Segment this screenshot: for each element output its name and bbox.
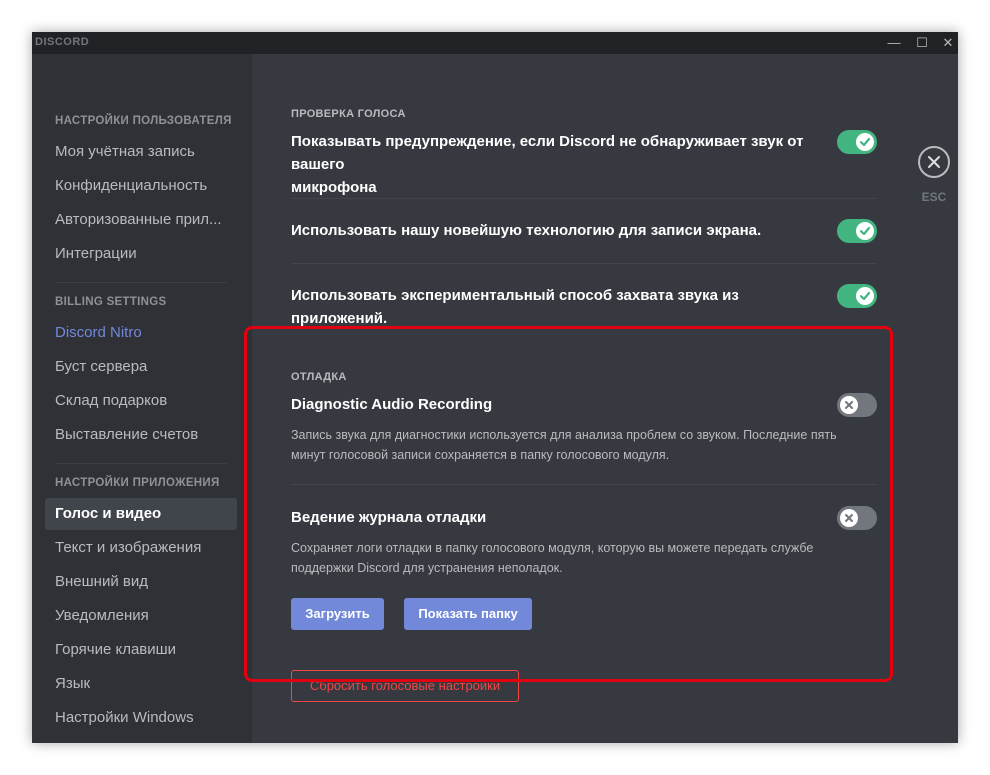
close-settings-button[interactable] [918,146,950,178]
minimize-button[interactable]: — [880,32,908,54]
debug-logging-toggle[interactable] [837,506,877,530]
user-settings-header: Настройки пользователя [55,115,232,127]
divider [291,328,877,329]
sidebar-divider [55,463,227,464]
divider [291,484,877,485]
debug-logging-label: Ведение журнала отладки [291,509,487,526]
sidebar-item-language[interactable]: Язык [45,668,237,700]
check-icon [856,222,874,240]
sidebar-item-privacy[interactable]: Конфиденциальность [45,170,237,202]
close-icon [928,156,940,168]
settings-content: Проверка голоса Показывать предупреждени… [252,54,958,743]
sidebar-item-discord-nitro[interactable]: Discord Nitro [45,317,237,349]
check-icon [856,133,874,151]
experimental-audio-toggle[interactable] [837,284,877,308]
check-icon [856,287,874,305]
sidebar-item-gift-inventory[interactable]: Склад подарков [45,385,237,417]
sidebar-item-voice-video[interactable]: Голос и видео [45,498,237,530]
screen-tech-toggle[interactable] [837,219,877,243]
sidebar-item-notifications[interactable]: Уведомления [45,600,237,632]
divider [291,263,877,264]
close-window-button[interactable]: ✕ [934,32,958,54]
debug-logging-description: Сохраняет логи отладки в папку голосовог… [291,541,814,575]
sidebar-item-authorized-apps[interactable]: Авторизованные прил... [45,204,237,236]
sidebar-item-server-boost[interactable]: Буст сервера [45,351,237,383]
upload-button[interactable]: Загрузить [291,598,384,630]
debug-title: Отладка [291,371,347,383]
sidebar-item-billing[interactable]: Выставление счетов [45,419,237,451]
x-icon [840,396,858,414]
billing-settings-header: Billing Settings [55,296,167,308]
sidebar-item-integrations[interactable]: Интеграции [45,238,237,270]
app-brand: DISCORD [35,36,90,48]
discord-window: DISCORD — ☐ ✕ Настройки пользователя Моя… [32,32,958,743]
sidebar-item-appearance[interactable]: Внешний вид [45,566,237,598]
reset-voice-settings-button[interactable]: Сбросить голосовые настройки [291,670,519,702]
settings-sidebar: Настройки пользователя Моя учётная запис… [32,54,252,743]
diag-recording-toggle[interactable] [837,393,877,417]
sidebar-item-keybinds[interactable]: Горячие клавиши [45,634,237,666]
sidebar-item-text-images[interactable]: Текст и изображения [45,532,237,564]
diag-recording-label: Diagnostic Audio Recording [291,396,493,413]
x-icon [840,509,858,527]
show-folder-button[interactable]: Показать папку [404,598,532,630]
warn-toggle[interactable] [837,130,877,154]
warn-setting-label: Показывать предупреждение, если Discord … [291,133,804,196]
diag-recording-description: Запись звука для диагностики используетс… [291,428,837,462]
sidebar-item-my-account[interactable]: Моя учётная запись [45,136,237,168]
sidebar-item-windows-settings[interactable]: Настройки Windows [45,702,237,734]
voice-check-title: Проверка голоса [291,108,406,120]
maximize-button[interactable]: ☐ [908,32,936,54]
divider [291,198,877,199]
title-bar: DISCORD — ☐ ✕ [32,32,958,54]
sidebar-divider [55,282,227,283]
esc-label: ESC [921,190,947,204]
experimental-audio-label: Использовать экспериментальный способ за… [291,287,739,327]
screen-tech-label: Использовать нашу новейшую технологию дл… [291,222,762,239]
app-settings-header: Настройки приложения [55,477,220,489]
